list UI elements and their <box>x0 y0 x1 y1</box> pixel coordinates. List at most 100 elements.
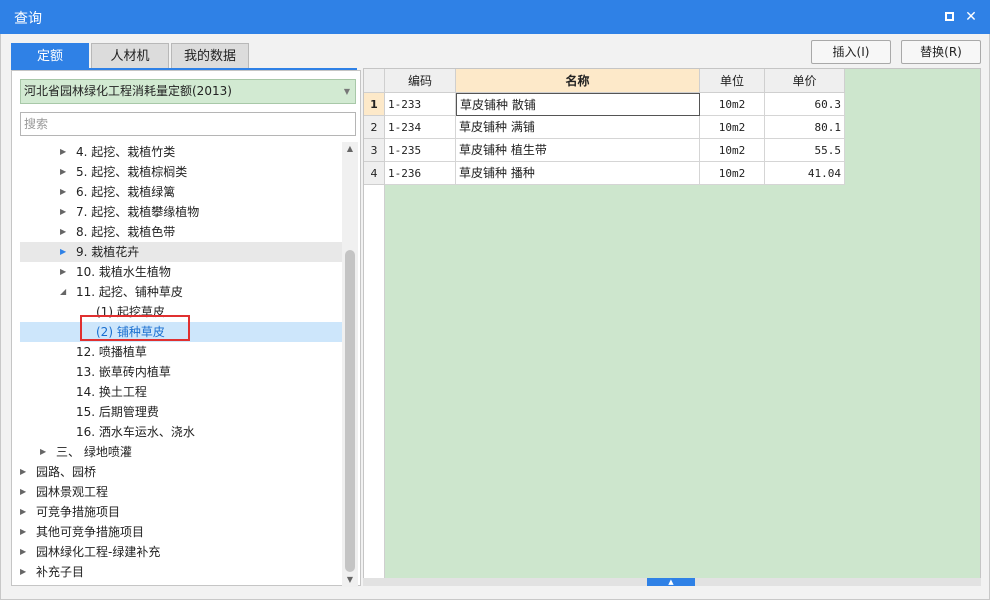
cell-price[interactable]: 80.1 <box>765 116 845 139</box>
collapsed-arrow-icon[interactable]: ▶ <box>60 162 70 182</box>
tree-item[interactable]: ▶ 10. 栽植水生植物 <box>20 262 342 282</box>
window-title: 查询 <box>14 11 42 27</box>
tree-item-label: 9. 栽植花卉 <box>76 245 140 259</box>
tree-item-label: 园林景观工程 <box>36 485 109 499</box>
tree-item-label: 14. 换土工程 <box>76 385 147 399</box>
tree-item-label: 6. 起挖、栽植绿篱 <box>76 185 176 199</box>
cell-code[interactable]: 1-236 <box>385 162 456 185</box>
maximize-icon <box>944 12 954 21</box>
row-number[interactable]: 2 <box>364 116 385 139</box>
collapsed-arrow-icon[interactable]: ▶ <box>60 222 70 242</box>
collapsed-arrow-icon[interactable]: ▶ <box>20 542 30 562</box>
tree-item[interactable]: ▶ 补充子目 <box>20 562 342 582</box>
tree-item-label: 5. 起挖、栽植棕榈类 <box>76 165 188 179</box>
tree-item[interactable]: ▶ 8. 起挖、栽植色带 <box>20 222 342 242</box>
expanded-arrow-icon[interactable]: ◢ <box>60 282 70 302</box>
cell-unit[interactable]: 10m2 <box>700 162 765 185</box>
cell-unit[interactable]: 10m2 <box>700 139 765 162</box>
tree-item-label: 4. 起挖、栽植竹类 <box>76 145 176 159</box>
tree-item[interactable]: ▶ 4. 起挖、栽植竹类 <box>20 142 342 162</box>
row-number[interactable]: 1 <box>364 93 385 116</box>
library-select[interactable]: 河北省园林绿化工程消耗量定额(2013) ▼ <box>20 79 356 104</box>
tree-item[interactable]: ▶ 6. 起挖、栽植绿篱 <box>20 182 342 202</box>
tree-item[interactable]: 13. 嵌草砖内植草 <box>20 362 342 382</box>
row-number[interactable]: 3 <box>364 139 385 162</box>
cell-unit[interactable]: 10m2 <box>700 116 765 139</box>
tree-item-label: 8. 起挖、栽植色带 <box>76 225 176 239</box>
close-icon: ✕ <box>965 9 977 25</box>
tree-item-label: 10. 栽植水生植物 <box>76 265 171 279</box>
tree-item[interactable]: ▶ 三、 绿地喷灌 <box>20 442 342 462</box>
insert-button[interactable]: 插入(I) <box>811 40 891 64</box>
tree-item[interactable]: 15. 后期管理费 <box>20 402 342 422</box>
column-header-code[interactable]: 编码 <box>385 69 456 93</box>
scrollbar-thumb[interactable] <box>345 250 355 572</box>
row-header-corner <box>364 69 385 93</box>
collapsed-arrow-icon[interactable]: ▶ <box>60 202 70 222</box>
tab-my-data[interactable]: 我的数据 <box>171 43 249 69</box>
cell-name[interactable]: 草皮铺种 满铺 <box>456 116 700 139</box>
tab-materials[interactable]: 人材机 <box>91 43 169 69</box>
collapsed-arrow-icon[interactable]: ▶ <box>60 242 70 262</box>
cell-price[interactable]: 60.3 <box>765 93 845 116</box>
tree-item[interactable]: ▶ 其他可竞争措施项目 <box>20 522 342 542</box>
scroll-down-icon[interactable]: ▼ <box>342 573 358 587</box>
tree-item[interactable]: ▶ 园林景观工程 <box>20 482 342 502</box>
tree-item-label: 11. 起挖、铺种草皮 <box>76 285 183 299</box>
cell-price[interactable]: 41.04 <box>765 162 845 185</box>
splitter-grip-icon[interactable]: ▲ <box>647 578 695 586</box>
tree-item[interactable]: 14. 换土工程 <box>20 382 342 402</box>
tree-item-label: 16. 洒水车运水、浇水 <box>76 425 195 439</box>
tree-item[interactable]: ▶ 9. 栽植花卉 <box>20 242 342 262</box>
close-button[interactable]: ✕ <box>963 9 979 25</box>
collapsed-arrow-icon[interactable]: ▶ <box>20 502 30 522</box>
tree-item-label: 15. 后期管理费 <box>76 405 159 419</box>
collapsed-arrow-icon[interactable]: ▶ <box>40 442 50 462</box>
cell-code[interactable]: 1-235 <box>385 139 456 162</box>
quota-table: 编码 名称 单位 单价 1 1-233 草皮铺种 散铺 10m2 60.3 2 1-234 草… <box>363 68 981 586</box>
tree-item[interactable]: ▶ 5. 起挖、栽植棕榈类 <box>20 162 342 182</box>
tab-quota[interactable]: 定额 <box>11 43 89 69</box>
tree-item[interactable]: ▶ 可竞争措施项目 <box>20 502 342 522</box>
collapsed-arrow-icon[interactable]: ▶ <box>60 182 70 202</box>
collapsed-arrow-icon[interactable]: ▶ <box>60 142 70 162</box>
cell-code[interactable]: 1-233 <box>385 93 456 116</box>
cell-price[interactable]: 55.5 <box>765 139 845 162</box>
maximize-button[interactable] <box>941 9 957 25</box>
tree-scrollbar[interactable]: ▲ ▼ <box>342 142 358 587</box>
cell-unit[interactable]: 10m2 <box>700 93 765 116</box>
collapsed-arrow-icon[interactable]: ▶ <box>20 462 30 482</box>
tree-item[interactable]: ▶ 园路、园桥 <box>20 462 342 482</box>
tree-item-label: 7. 起挖、栽植攀缘植物 <box>76 205 200 219</box>
tree-item-label: 其他可竞争措施项目 <box>36 525 145 539</box>
tree-item[interactable]: ▶ 园林绿化工程-绿建补充 <box>20 542 342 562</box>
tree-item[interactable]: 12. 喷播植草 <box>20 342 342 362</box>
tree-item-label: 13. 嵌草砖内植草 <box>76 365 171 379</box>
collapsed-arrow-icon[interactable]: ▶ <box>20 482 30 502</box>
horizontal-splitter[interactable]: ▲ <box>363 578 981 586</box>
tree-item[interactable]: 16. 洒水车运水、浇水 <box>20 422 342 442</box>
column-header-price[interactable]: 单价 <box>765 69 845 93</box>
tree-item-label: 园林绿化工程-绿建补充 <box>36 545 161 559</box>
quota-tree: ▶ 4. 起挖、栽植竹类 ▶ 5. 起挖、栽植棕榈类 ▶ 6. 起挖、栽植绿篱 ▶ 7. 起挖… <box>20 142 342 587</box>
cell-name[interactable]: 草皮铺种 播种 <box>456 162 700 185</box>
collapsed-arrow-icon[interactable]: ▶ <box>20 562 30 582</box>
column-header-name[interactable]: 名称 <box>456 69 700 93</box>
tree-item[interactable]: ▶ 7. 起挖、栽植攀缘植物 <box>20 202 342 222</box>
annotation-highlight-box <box>80 315 190 341</box>
tree-item-label: 可竞争措施项目 <box>36 505 121 519</box>
search-input[interactable] <box>20 112 356 136</box>
tree-item-label: 12. 喷播植草 <box>76 345 147 359</box>
tree-item-label: 补充子目 <box>36 565 85 579</box>
row-number[interactable]: 4 <box>364 162 385 185</box>
collapsed-arrow-icon[interactable]: ▶ <box>60 262 70 282</box>
cell-name[interactable]: 草皮铺种 散铺 <box>456 93 700 116</box>
column-header-unit[interactable]: 单位 <box>700 69 765 93</box>
tree-item[interactable]: ◢ 11. 起挖、铺种草皮 <box>20 282 342 302</box>
replace-button[interactable]: 替换(R) <box>901 40 981 64</box>
collapsed-arrow-icon[interactable]: ▶ <box>20 522 30 542</box>
cell-code[interactable]: 1-234 <box>385 116 456 139</box>
scroll-up-icon[interactable]: ▲ <box>342 142 358 156</box>
cell-name[interactable]: 草皮铺种 植生带 <box>456 139 700 162</box>
tree-item-label: 园路、园桥 <box>36 465 97 479</box>
